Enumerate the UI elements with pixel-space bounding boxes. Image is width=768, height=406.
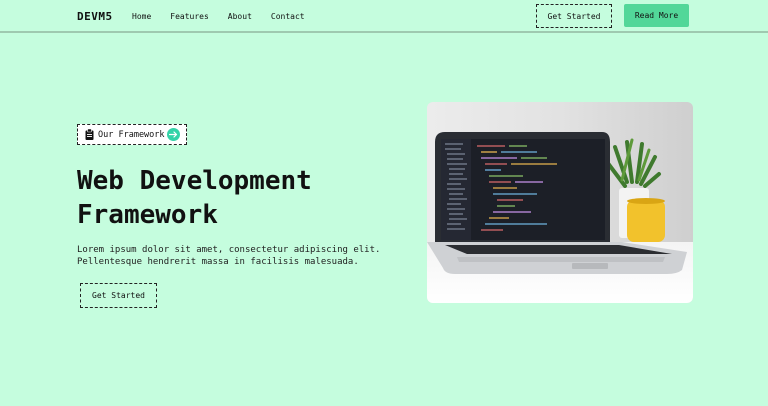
badge-label: Our Framework — [98, 129, 165, 140]
description-line-1: Lorem ipsum dolor sit amet, consectetur … — [77, 245, 381, 255]
framework-badge[interactable]: Our Framework — [77, 124, 187, 145]
logo[interactable]: DEVM5 — [77, 10, 113, 23]
nav-link-about[interactable]: About — [228, 12, 252, 21]
arrow-right-icon — [167, 128, 180, 141]
yellow-mug — [627, 198, 665, 242]
title-line-1: Web Development — [77, 166, 312, 196]
page-title: Web Development Framework — [77, 164, 397, 232]
hero-get-started-button[interactable]: Get Started — [80, 283, 157, 308]
main-nav: Home Features About Contact — [132, 12, 324, 21]
description-line-2: Pellentesque hendrerit massa in facilisi… — [77, 257, 359, 267]
header-get-started-button[interactable]: Get Started — [536, 4, 612, 28]
read-more-button[interactable]: Read More — [624, 4, 689, 27]
nav-link-contact[interactable]: Contact — [271, 12, 305, 21]
nav-link-features[interactable]: Features — [170, 12, 209, 21]
nav-link-home[interactable]: Home — [132, 12, 151, 21]
site-header: DEVM5 Home Features About Contact Get St… — [0, 0, 768, 33]
hero-description: Lorem ipsum dolor sit amet, consectetur … — [77, 244, 407, 268]
title-line-2: Framework — [77, 200, 218, 230]
clipboard-icon — [85, 129, 94, 140]
hero-laptop-image — [427, 102, 693, 303]
